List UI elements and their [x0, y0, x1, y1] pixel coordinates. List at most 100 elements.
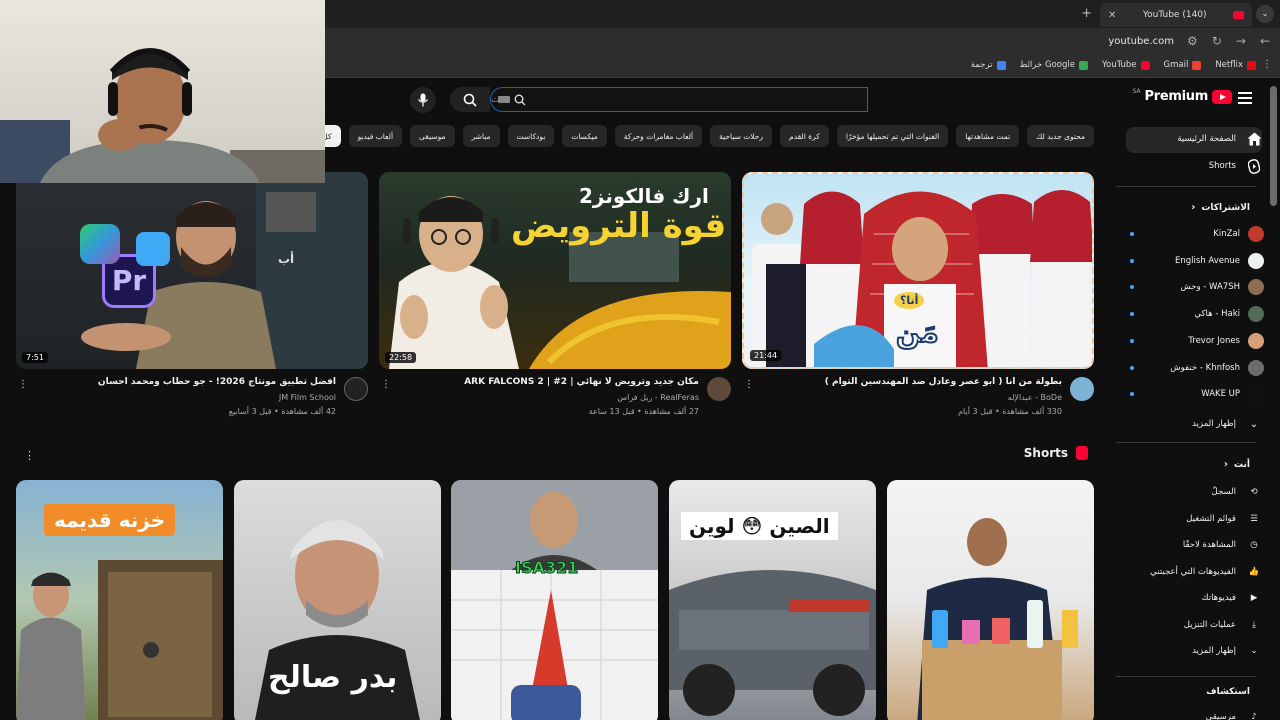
playlists-icon: ☰ — [1250, 513, 1258, 524]
subscription-item[interactable]: KinZal — [1124, 226, 1264, 242]
short-card[interactable]: ISA321 — [451, 480, 658, 720]
bookmarks-more-icon[interactable]: ⋮ — [1262, 59, 1272, 70]
channel-avatar[interactable] — [1070, 377, 1094, 401]
channel-name[interactable]: BoDe - عبدالإله — [1008, 393, 1062, 402]
subscription-item[interactable]: خنفوش - Khnfosh — [1124, 359, 1264, 376]
filter-chip[interactable]: موسيقى — [410, 125, 455, 147]
sidebar-item-you[interactable]: ⤓ عمليات التنزيل — [1184, 617, 1262, 633]
short-card[interactable] — [887, 480, 1094, 720]
bookmark-list: Netflix Gmail YouTube خرائط Google ترجمة — [971, 60, 1256, 70]
browser-tab[interactable]: (140) YouTube ✕ — [1100, 3, 1252, 27]
channel-avatar — [1248, 252, 1264, 269]
filter-chip[interactable]: مباشر — [462, 125, 500, 147]
filter-chip[interactable]: ألعاب فيديو — [348, 125, 403, 147]
video-card[interactable]: أنا؟ مَن 21:44 بطولة من أنا ( ابو عصر وع… — [742, 172, 1094, 427]
sidebar-item-label: الصفحة الرئيسية — [1177, 134, 1236, 144]
close-tab-icon[interactable]: ✕ — [1108, 10, 1116, 21]
scrollbar[interactable] — [1270, 86, 1277, 206]
subscription-item[interactable]: WAKE UP — [1124, 386, 1264, 403]
you-header[interactable]: أنت › — [1224, 459, 1250, 470]
channel-name[interactable]: JM Film School — [279, 393, 336, 402]
more-actions-icon[interactable]: ⋮ — [744, 379, 754, 390]
sidebar-show-more-subs[interactable]: ⌄ إظهار المزيد — [1192, 416, 1262, 432]
video-thumbnail[interactable]: أنا؟ مَن 21:44 — [742, 172, 1094, 369]
short-card[interactable]: خزنه قديمه — [16, 480, 223, 720]
bookmark-favicon-icon — [1140, 60, 1150, 70]
voice-search-button[interactable] — [410, 87, 436, 113]
subscription-item[interactable]: English Avenue — [1124, 252, 1264, 269]
sidebar-item-you[interactable]: ☰ قوائم التشغيل — [1186, 511, 1262, 527]
bookmark-item[interactable]: YouTube — [1102, 60, 1150, 70]
subscription-name: WAKE UP — [1201, 389, 1240, 400]
short-card[interactable]: الصين 😳 لوين — [669, 480, 876, 720]
channel-avatar[interactable] — [344, 377, 368, 401]
video-card[interactable]: Pr أب 7:51 أفضل تطبيق مونتاج 2026! - جو … — [16, 172, 368, 427]
site-settings-icon[interactable]: ⚙ — [1187, 34, 1198, 48]
thumbnail-line2: قوة الترويض — [511, 206, 727, 246]
sidebar-item-label: الفيديوهات التي أعجبتني — [1150, 566, 1236, 577]
filter-chip[interactable]: رحلات سياحية — [710, 125, 773, 147]
sidebar-item-label: قوائم التشغيل — [1186, 513, 1236, 524]
sidebar-divider — [1116, 676, 1256, 677]
you-title: أنت — [1234, 459, 1250, 470]
subscriptions-header[interactable]: الاشتراكات › — [1191, 202, 1250, 213]
sidebar-item-you[interactable]: 👍 الفيديوهات التي أعجبتني — [1150, 564, 1262, 580]
keyboard-icon[interactable] — [498, 96, 510, 103]
video-duration: 21:44 — [750, 350, 782, 361]
sidebar-item-you[interactable]: ⟲ السجلّ — [1212, 484, 1262, 500]
bookmark-item[interactable]: ترجمة — [971, 60, 1006, 70]
new-tab-button[interactable]: + — [1081, 6, 1092, 21]
sidebar-item-you[interactable]: ⌄ إظهار المزيد — [1192, 643, 1262, 659]
filter-chip[interactable]: كرة القدم — [780, 125, 829, 147]
filter-chip[interactable]: محتوى جديد لك — [1027, 125, 1094, 147]
more-actions-icon[interactable]: ⋮ — [381, 379, 391, 390]
filter-chip[interactable]: تمت مشاهدتها — [956, 125, 1020, 147]
filter-chip[interactable]: بودكاست — [507, 125, 555, 147]
video-card[interactable]: ارك فالكونز2 قوة الترويض 22:58 مكان جديد… — [379, 172, 731, 427]
channel-name[interactable]: RealFeras - ريل فراس — [617, 393, 699, 402]
short-overlay-text: الصين 😳 لوين — [681, 512, 838, 540]
shorts-more-icon[interactable]: ⋮ — [24, 449, 35, 462]
webcam-overlay — [0, 0, 325, 183]
video-title[interactable]: أفضل تطبيق مونتاج 2026! - جو حطاب ومحمد … — [36, 377, 336, 387]
sidebar-item-you[interactable]: ◷ المشاهدة لاحقًا — [1183, 537, 1262, 553]
bookmark-item[interactable]: Netflix — [1215, 60, 1256, 70]
bookmark-item[interactable]: Gmail — [1164, 60, 1202, 70]
video-thumbnail[interactable]: Pr أب 7:51 — [16, 172, 368, 369]
thumbnail-letters: أب — [278, 252, 295, 266]
new-content-dot — [1130, 365, 1134, 370]
video-title[interactable]: مكان جديد وترويض لا نهائي | ARK FALCONS … — [399, 377, 699, 387]
subscription-item[interactable]: وحش - WA7SH — [1124, 279, 1264, 296]
subscription-item[interactable]: هاكي - Haki — [1124, 306, 1264, 323]
video-title[interactable]: بطولة من أنا ( ابو عصر وعادل ضد المهندسي… — [762, 377, 1062, 387]
filter-chip[interactable]: الفنوات التي تم تحميلها مؤخرًا — [836, 125, 949, 147]
back-icon[interactable]: ← — [1260, 34, 1270, 48]
sidebar-item-you[interactable]: ▶ فيديوهاتك — [1202, 590, 1262, 606]
reload-icon[interactable]: ↻ — [1212, 34, 1222, 48]
forward-icon[interactable]: → — [1236, 34, 1246, 48]
filter-chip[interactable]: ميكسات — [562, 125, 607, 147]
filter-chip[interactable]: ألعاب مغامرات وحركة — [614, 125, 703, 147]
sidebar-item-home[interactable]: الصفحة الرئيسية — [1177, 131, 1262, 147]
more-actions-icon[interactable]: ⋮ — [18, 379, 28, 390]
search-input[interactable]: بحث — [490, 87, 868, 112]
short-card[interactable]: بدر صالح — [234, 480, 441, 720]
hamburger-menu-icon[interactable] — [1238, 92, 1252, 104]
address-bar[interactable] — [330, 30, 1200, 54]
chevron-down-icon: ⌄ — [1249, 418, 1259, 430]
tab-search-button[interactable]: ⌄ — [1256, 5, 1274, 23]
sidebar-item-label: فيديوهاتك — [1201, 593, 1236, 603]
bookmark-item[interactable]: خرائط Google — [1020, 60, 1088, 70]
sidebar-item-music[interactable]: ♪ مرسيقى — [1206, 709, 1262, 720]
sidebar-divider — [1116, 442, 1256, 443]
sidebar-item-shorts[interactable]: Shorts — [1209, 158, 1262, 174]
youtube-logo[interactable]: SA Premium — [1133, 88, 1232, 104]
search-button[interactable] — [450, 87, 490, 112]
explore-title: استكشاف — [1206, 687, 1250, 697]
url-text[interactable]: youtube.com — [1108, 36, 1174, 47]
video-thumbnail[interactable]: ارك فالكونز2 قوة الترويض 22:58 — [379, 172, 731, 369]
channel-avatar[interactable] — [707, 377, 731, 401]
channel-avatar — [1248, 386, 1264, 403]
video-stats: 27 ألف مشاهدة • قبل 13 ساعة — [588, 407, 699, 416]
subscription-item[interactable]: Trevor Jones — [1124, 332, 1264, 349]
